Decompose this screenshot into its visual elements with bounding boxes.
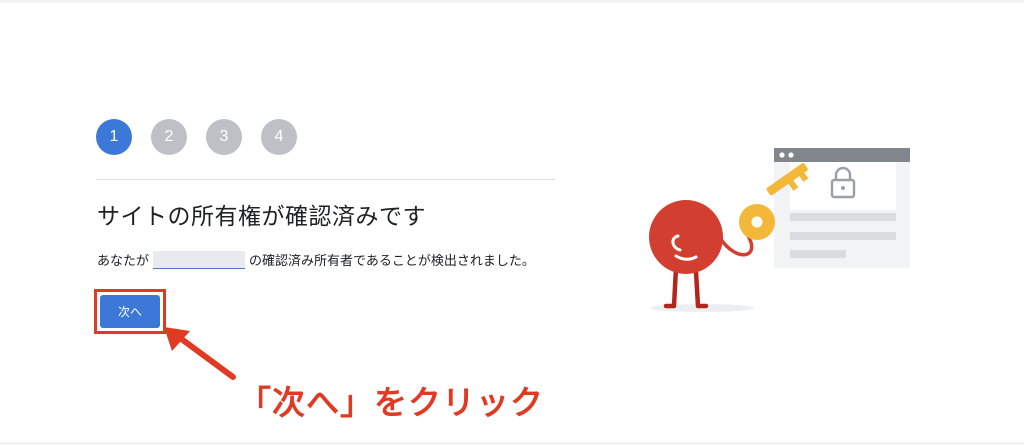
page-title: サイトの所有権が確認済みです [97, 204, 426, 230]
next-button[interactable]: 次へ [100, 295, 160, 328]
step-4: 4 [261, 119, 297, 155]
browser-window-graphic [774, 148, 910, 268]
annotation-arrow [164, 327, 236, 380]
step-indicator: 1 2 3 4 [96, 119, 297, 155]
desc-prefix: あなたが [97, 254, 150, 269]
step-3: 3 [206, 119, 242, 155]
site-url-field [153, 250, 246, 269]
step-2: 2 [151, 119, 187, 155]
divider [96, 179, 555, 180]
step-1: 1 [96, 119, 132, 155]
top-border [0, 0, 1024, 3]
annotation-text: 「次へ」をクリック [238, 383, 544, 422]
verification-illustration [649, 148, 910, 312]
mascot-body [649, 200, 723, 274]
verification-description: あなたが の確認済み所有者であることが検出されました。 [97, 250, 535, 269]
desc-suffix: の確認済み所有者であることが検出されました。 [249, 254, 535, 269]
